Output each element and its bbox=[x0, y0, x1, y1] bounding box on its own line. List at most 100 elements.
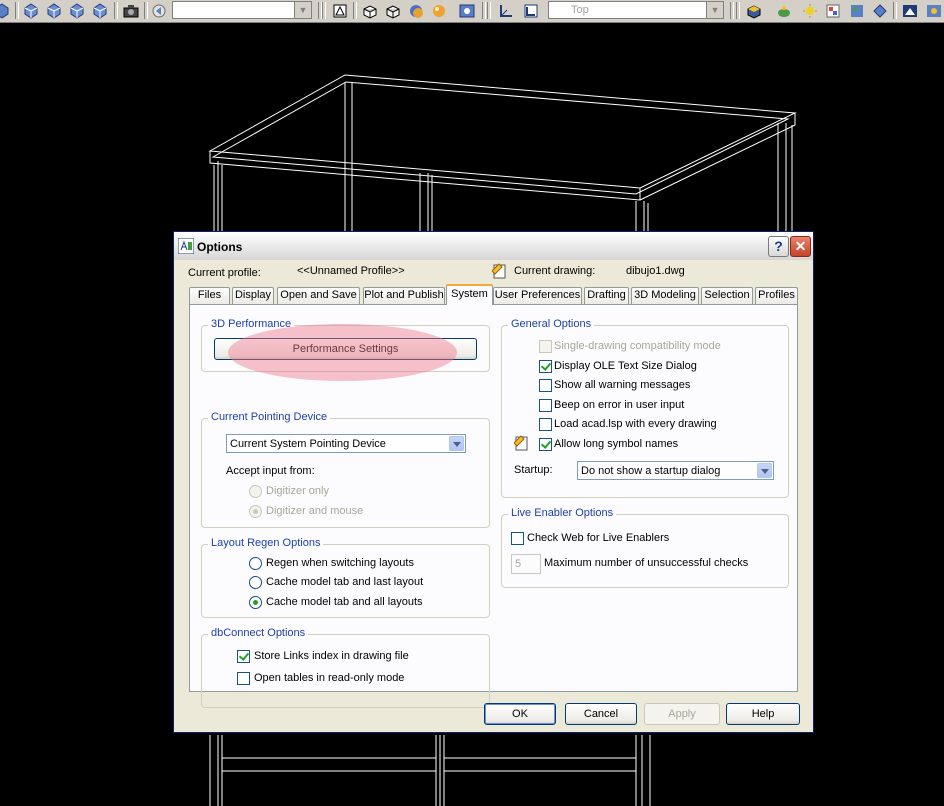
digitizer-only-radio[interactable] bbox=[249, 485, 262, 498]
toolbar-view-icon[interactable] bbox=[0, 1, 12, 20]
regen-switching-label: Regen when switching layouts bbox=[266, 557, 414, 569]
render-cube-icon[interactable] bbox=[744, 1, 764, 20]
dbconnect-title: dbConnect Options bbox=[208, 627, 309, 639]
close-icon[interactable]: ✕ bbox=[790, 236, 811, 257]
tab-selection[interactable]: Selection bbox=[701, 287, 753, 304]
digitizer-only-label: Digitizer only bbox=[266, 485, 329, 497]
ok-button[interactable]: OK bbox=[484, 703, 556, 725]
map-icon[interactable] bbox=[847, 1, 867, 20]
view-iso-sw-icon[interactable] bbox=[21, 1, 41, 20]
walk-fly-icon[interactable] bbox=[870, 1, 890, 20]
render-teapot-icon[interactable] bbox=[774, 1, 794, 20]
toolbar-separator bbox=[353, 2, 357, 19]
current-profile-value: <<Unnamed Profile>> bbox=[297, 265, 405, 277]
tab-profiles[interactable]: Profiles bbox=[755, 287, 798, 304]
named-views-combo[interactable]: ▼ bbox=[172, 1, 312, 19]
view-iso-se-icon[interactable] bbox=[44, 1, 64, 20]
pointing-device-value: Current System Pointing Device bbox=[230, 438, 386, 450]
dialog-titlebar[interactable]: Options ? ✕ bbox=[174, 232, 813, 260]
check-web-checkbox[interactable] bbox=[511, 532, 524, 545]
tab-files[interactable]: Files bbox=[189, 287, 230, 304]
cache-all-layouts-label: Cache model tab and all layouts bbox=[266, 596, 423, 608]
help-button[interactable]: Help bbox=[726, 703, 800, 725]
digitizer-and-mouse-radio[interactable] bbox=[249, 505, 262, 518]
box-hidden-icon[interactable] bbox=[383, 1, 403, 20]
tab-system[interactable]: System bbox=[446, 284, 493, 305]
ucs-world-icon[interactable] bbox=[521, 1, 541, 20]
toolbar-separator bbox=[736, 2, 740, 19]
layout-regen-title: Layout Regen Options bbox=[208, 537, 324, 549]
open-readonly-checkbox[interactable] bbox=[237, 672, 250, 685]
startup-value: Do not show a startup dialog bbox=[581, 465, 721, 477]
load-acad-lsp-label: Load acad.lsp with every drawing bbox=[554, 418, 717, 430]
light-icon[interactable] bbox=[800, 1, 820, 20]
startup-label: Startup: bbox=[514, 464, 553, 476]
sphere-shaded-icon[interactable] bbox=[406, 1, 426, 20]
tab-user-preferences[interactable]: User Preferences bbox=[493, 287, 582, 304]
section-plane-icon[interactable] bbox=[330, 1, 350, 20]
tab-drafting[interactable]: Drafting bbox=[584, 287, 629, 304]
dialog-title: Options bbox=[197, 240, 243, 254]
render-settings-icon[interactable] bbox=[924, 1, 944, 20]
view-combo-value: Top bbox=[571, 4, 589, 16]
load-acad-lsp-checkbox[interactable] bbox=[539, 418, 552, 431]
toolbar-separator bbox=[322, 2, 326, 19]
materials-icon[interactable] bbox=[823, 1, 843, 20]
toolbar-separator bbox=[487, 2, 491, 19]
box-wireframe-icon[interactable] bbox=[360, 1, 380, 20]
cache-last-layout-label: Cache model tab and last layout bbox=[266, 576, 424, 588]
chevron-down-icon bbox=[449, 436, 464, 451]
tab-display[interactable]: Display bbox=[232, 287, 274, 304]
visual-styles-manager-icon[interactable] bbox=[457, 1, 477, 20]
pointing-device-select[interactable]: Current System Pointing Device bbox=[226, 434, 466, 453]
tab-plot-and-publish[interactable]: Plot and Publish bbox=[363, 287, 445, 304]
camera-icon[interactable] bbox=[121, 1, 141, 20]
beep-on-error-label: Beep on error in user input bbox=[554, 399, 685, 411]
display-ole-checkbox[interactable] bbox=[539, 360, 552, 373]
current-drawing-label: Current drawing: bbox=[514, 265, 596, 277]
pointing-device-title: Current Pointing Device bbox=[208, 411, 331, 423]
chevron-down-icon: ▼ bbox=[706, 2, 723, 18]
autocad-options-icon bbox=[178, 238, 194, 254]
options-dialog: Options ? ✕ Current profile: <<Unnamed P… bbox=[173, 231, 814, 733]
help-icon[interactable]: ? bbox=[768, 236, 789, 257]
chevron-down-icon: ▼ bbox=[294, 2, 311, 18]
store-links-label: Store Links index in drawing file bbox=[254, 650, 409, 662]
toolbar-separator bbox=[893, 2, 897, 19]
max-checks-input[interactable]: 5 bbox=[511, 554, 541, 574]
startup-select[interactable]: Do not show a startup dialog bbox=[577, 461, 774, 480]
cache-last-layout-radio[interactable] bbox=[249, 576, 262, 589]
live-enabler-title: Live Enabler Options bbox=[508, 507, 617, 519]
cache-all-layouts-radio[interactable] bbox=[249, 596, 262, 609]
general-options-title: General Options bbox=[508, 318, 595, 330]
store-links-checkbox[interactable] bbox=[237, 650, 250, 663]
drawing-file-icon bbox=[492, 263, 506, 279]
annotation-highlight bbox=[228, 324, 457, 381]
pointing-device-group: Current Pointing Device Current System P… bbox=[201, 411, 490, 528]
ucs-icon[interactable] bbox=[496, 1, 516, 20]
prev-view-icon[interactable] bbox=[149, 1, 169, 20]
live-enabler-group: Live Enabler Options Check Web for Live … bbox=[501, 507, 789, 588]
single-drawing-checkbox[interactable] bbox=[539, 340, 552, 353]
apply-button[interactable]: Apply bbox=[644, 703, 720, 725]
tab-open-and-save[interactable]: Open and Save bbox=[277, 287, 360, 304]
long-symbol-names-label: Allow long symbol names bbox=[554, 438, 679, 450]
chevron-down-icon bbox=[757, 463, 772, 478]
long-symbol-names-checkbox[interactable] bbox=[539, 438, 552, 451]
toolbar-separator bbox=[15, 2, 19, 19]
view-iso-ne-icon[interactable] bbox=[67, 1, 87, 20]
view-combo[interactable]: Top ▼ bbox=[548, 1, 724, 19]
show-warnings-checkbox[interactable] bbox=[539, 379, 552, 392]
regen-switching-radio[interactable] bbox=[249, 557, 262, 570]
drawing-file-icon bbox=[514, 435, 528, 451]
view-iso-nw-icon[interactable] bbox=[90, 1, 110, 20]
toolbar-separator bbox=[144, 2, 148, 19]
single-drawing-label: Single-drawing compatibility mode bbox=[554, 340, 721, 352]
sphere-realistic-icon[interactable] bbox=[429, 1, 449, 20]
cancel-button[interactable]: Cancel bbox=[565, 703, 637, 725]
tab-3d-modeling[interactable]: 3D Modeling bbox=[631, 287, 699, 304]
beep-on-error-checkbox[interactable] bbox=[539, 399, 552, 412]
show-warnings-label: Show all warning messages bbox=[554, 379, 691, 391]
render-window-icon[interactable] bbox=[900, 1, 920, 20]
general-options-group: General Options Single-drawing compatibi… bbox=[501, 318, 789, 498]
